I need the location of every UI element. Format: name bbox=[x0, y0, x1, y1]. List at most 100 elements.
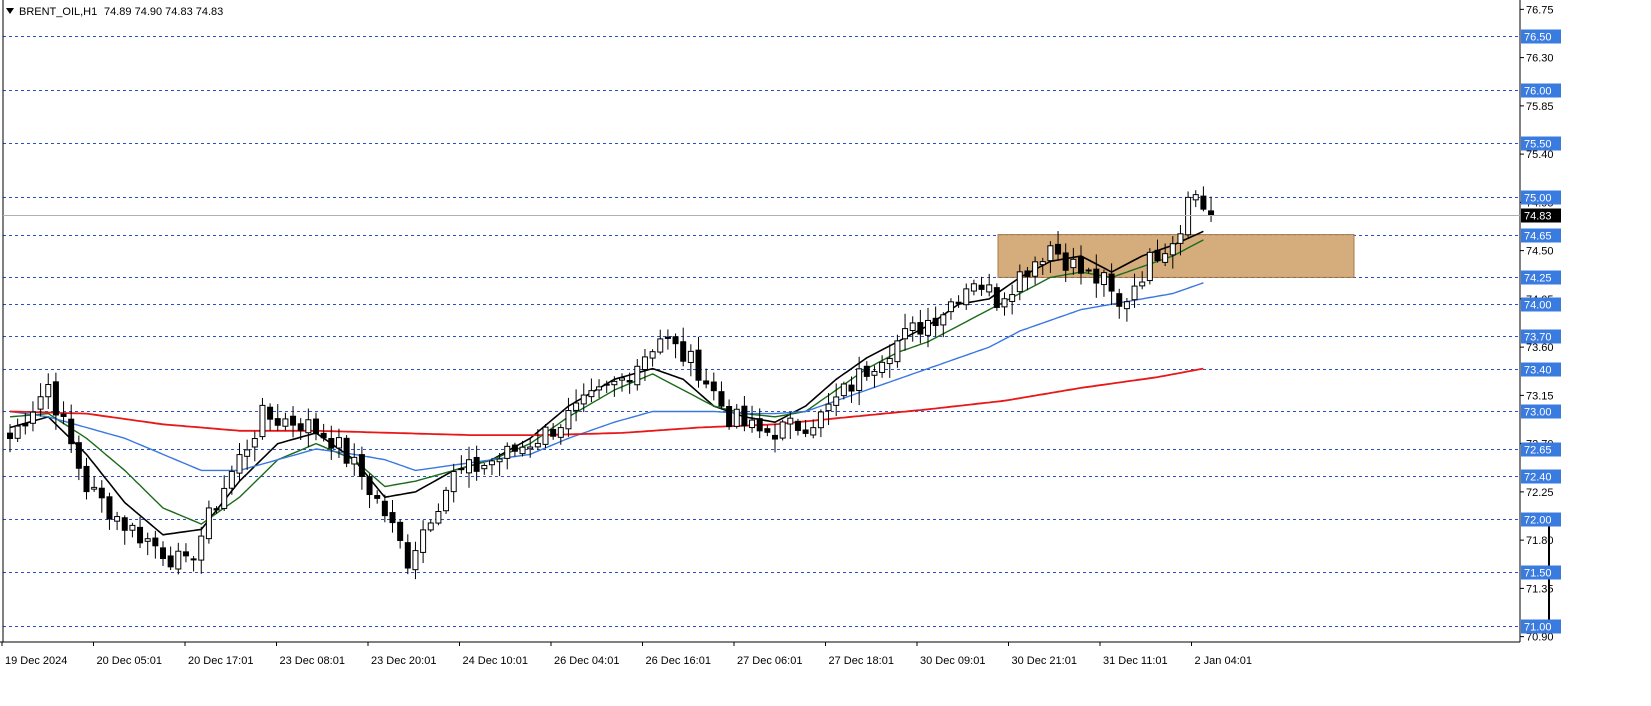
candle-bearish bbox=[98, 487, 105, 499]
candle-bullish bbox=[557, 427, 564, 438]
y-tick-label: 74.50 bbox=[1526, 246, 1554, 258]
candle-bullish bbox=[435, 510, 442, 524]
chart-header[interactable]: BRENT_OIL,H1 74.89 74.90 74.83 74.83 bbox=[6, 6, 223, 18]
candle-bearish bbox=[7, 432, 13, 439]
candle-bullish bbox=[305, 419, 312, 434]
candle-bearish bbox=[1116, 293, 1123, 307]
price-chart[interactable]: 76.7576.3075.8575.4074.9574.5074.0573.60… bbox=[0, 0, 1651, 706]
candle-bearish bbox=[167, 555, 174, 568]
candle-bullish bbox=[1016, 271, 1023, 293]
candle-bearish bbox=[297, 423, 304, 431]
candle-bullish bbox=[641, 356, 648, 371]
candle-bullish bbox=[611, 380, 618, 386]
candle-bearish bbox=[511, 444, 518, 452]
candle-bearish bbox=[75, 442, 82, 469]
candle-bullish bbox=[1047, 245, 1054, 262]
x-tick-label: 27 Dec 06:01 bbox=[737, 655, 802, 667]
candle-bullish bbox=[244, 449, 251, 457]
candle-bearish bbox=[473, 456, 480, 472]
candle-bullish bbox=[588, 390, 595, 398]
level-label: 75.50 bbox=[1524, 139, 1552, 151]
candle-bullish bbox=[504, 445, 511, 459]
candle-bearish bbox=[313, 418, 319, 435]
candle-bearish bbox=[381, 500, 388, 517]
candle-bearish bbox=[343, 437, 350, 464]
candle-bullish bbox=[810, 427, 817, 436]
candle-bullish bbox=[787, 417, 794, 425]
candle-bullish bbox=[894, 340, 901, 363]
x-tick-label: 27 Dec 18:01 bbox=[829, 655, 894, 667]
candle-bearish bbox=[22, 423, 29, 427]
candle-bearish bbox=[397, 521, 404, 541]
candle-bullish bbox=[1123, 301, 1130, 310]
candle-bearish bbox=[83, 465, 90, 493]
candle-bearish bbox=[366, 476, 373, 496]
candle-bullish bbox=[228, 470, 235, 489]
candle-bullish bbox=[596, 386, 603, 391]
candle-bearish bbox=[60, 413, 67, 417]
candle-bullish bbox=[205, 507, 212, 540]
candle-bullish bbox=[29, 411, 36, 424]
candle-bullish bbox=[259, 404, 266, 438]
candle-bullish bbox=[1100, 272, 1107, 286]
candle-bearish bbox=[772, 434, 778, 440]
candle-bearish bbox=[955, 301, 962, 305]
candle-bullish bbox=[175, 550, 182, 570]
candle-bullish bbox=[749, 419, 756, 429]
y-tick-label: 72.25 bbox=[1526, 487, 1554, 499]
candle-bearish bbox=[274, 418, 281, 426]
candle-bearish bbox=[267, 406, 274, 420]
candle-bullish bbox=[825, 403, 832, 412]
candle-bullish bbox=[940, 314, 947, 326]
candle-bullish bbox=[251, 438, 258, 448]
candle-bearish bbox=[190, 558, 197, 561]
x-tick-label: 24 Dec 10:01 bbox=[463, 655, 528, 667]
candle-bearish bbox=[1208, 210, 1215, 216]
candle-bearish bbox=[1055, 243, 1062, 255]
candle-bullish bbox=[481, 464, 488, 470]
candle-bullish bbox=[1139, 281, 1146, 287]
candle-bearish bbox=[764, 428, 771, 433]
x-tick-label: 30 Dec 21:01 bbox=[1012, 655, 1077, 667]
level-label: 73.00 bbox=[1524, 407, 1552, 419]
candle-bullish bbox=[488, 460, 495, 466]
candle-bearish bbox=[68, 418, 75, 445]
candle-bullish bbox=[351, 456, 358, 465]
y-tick-label: 71.80 bbox=[1526, 535, 1554, 547]
candle-bullish bbox=[236, 454, 243, 474]
candle-bearish bbox=[1154, 249, 1161, 261]
candle-bullish bbox=[733, 408, 740, 427]
candle-bearish bbox=[863, 365, 870, 377]
candle-bearish bbox=[726, 405, 733, 428]
candle-bullish bbox=[856, 368, 863, 391]
level-label: 74.00 bbox=[1524, 300, 1552, 312]
candle-bearish bbox=[1078, 256, 1084, 274]
candle-bearish bbox=[802, 429, 809, 434]
candle-bullish bbox=[466, 459, 472, 474]
candle-bullish bbox=[420, 529, 427, 553]
candle-bearish bbox=[695, 349, 702, 381]
candle-bullish bbox=[1032, 261, 1039, 277]
candle-bearish bbox=[320, 432, 327, 439]
candle-bearish bbox=[1200, 195, 1207, 210]
candle-bullish bbox=[1146, 251, 1153, 282]
level-label: 76.50 bbox=[1524, 32, 1552, 44]
candle-bearish bbox=[550, 428, 557, 437]
level-label: 72.00 bbox=[1524, 515, 1552, 527]
candle-bearish bbox=[1062, 252, 1069, 271]
candle-bearish bbox=[993, 287, 1000, 308]
candle-bearish bbox=[703, 380, 710, 385]
candle-bearish bbox=[718, 391, 725, 407]
candle-bullish bbox=[1085, 269, 1092, 272]
candle-bullish bbox=[1001, 298, 1008, 308]
candle-bullish bbox=[412, 550, 419, 571]
candle-bullish bbox=[45, 384, 52, 398]
candle-bearish bbox=[917, 322, 924, 335]
candle-bullish bbox=[817, 411, 824, 429]
chart-background bbox=[0, 0, 1651, 706]
candle-bearish bbox=[710, 381, 717, 392]
candle-bullish bbox=[886, 357, 893, 365]
level-label: 72.65 bbox=[1524, 445, 1552, 457]
candle-bullish bbox=[634, 365, 641, 386]
candle-bullish bbox=[619, 377, 625, 381]
